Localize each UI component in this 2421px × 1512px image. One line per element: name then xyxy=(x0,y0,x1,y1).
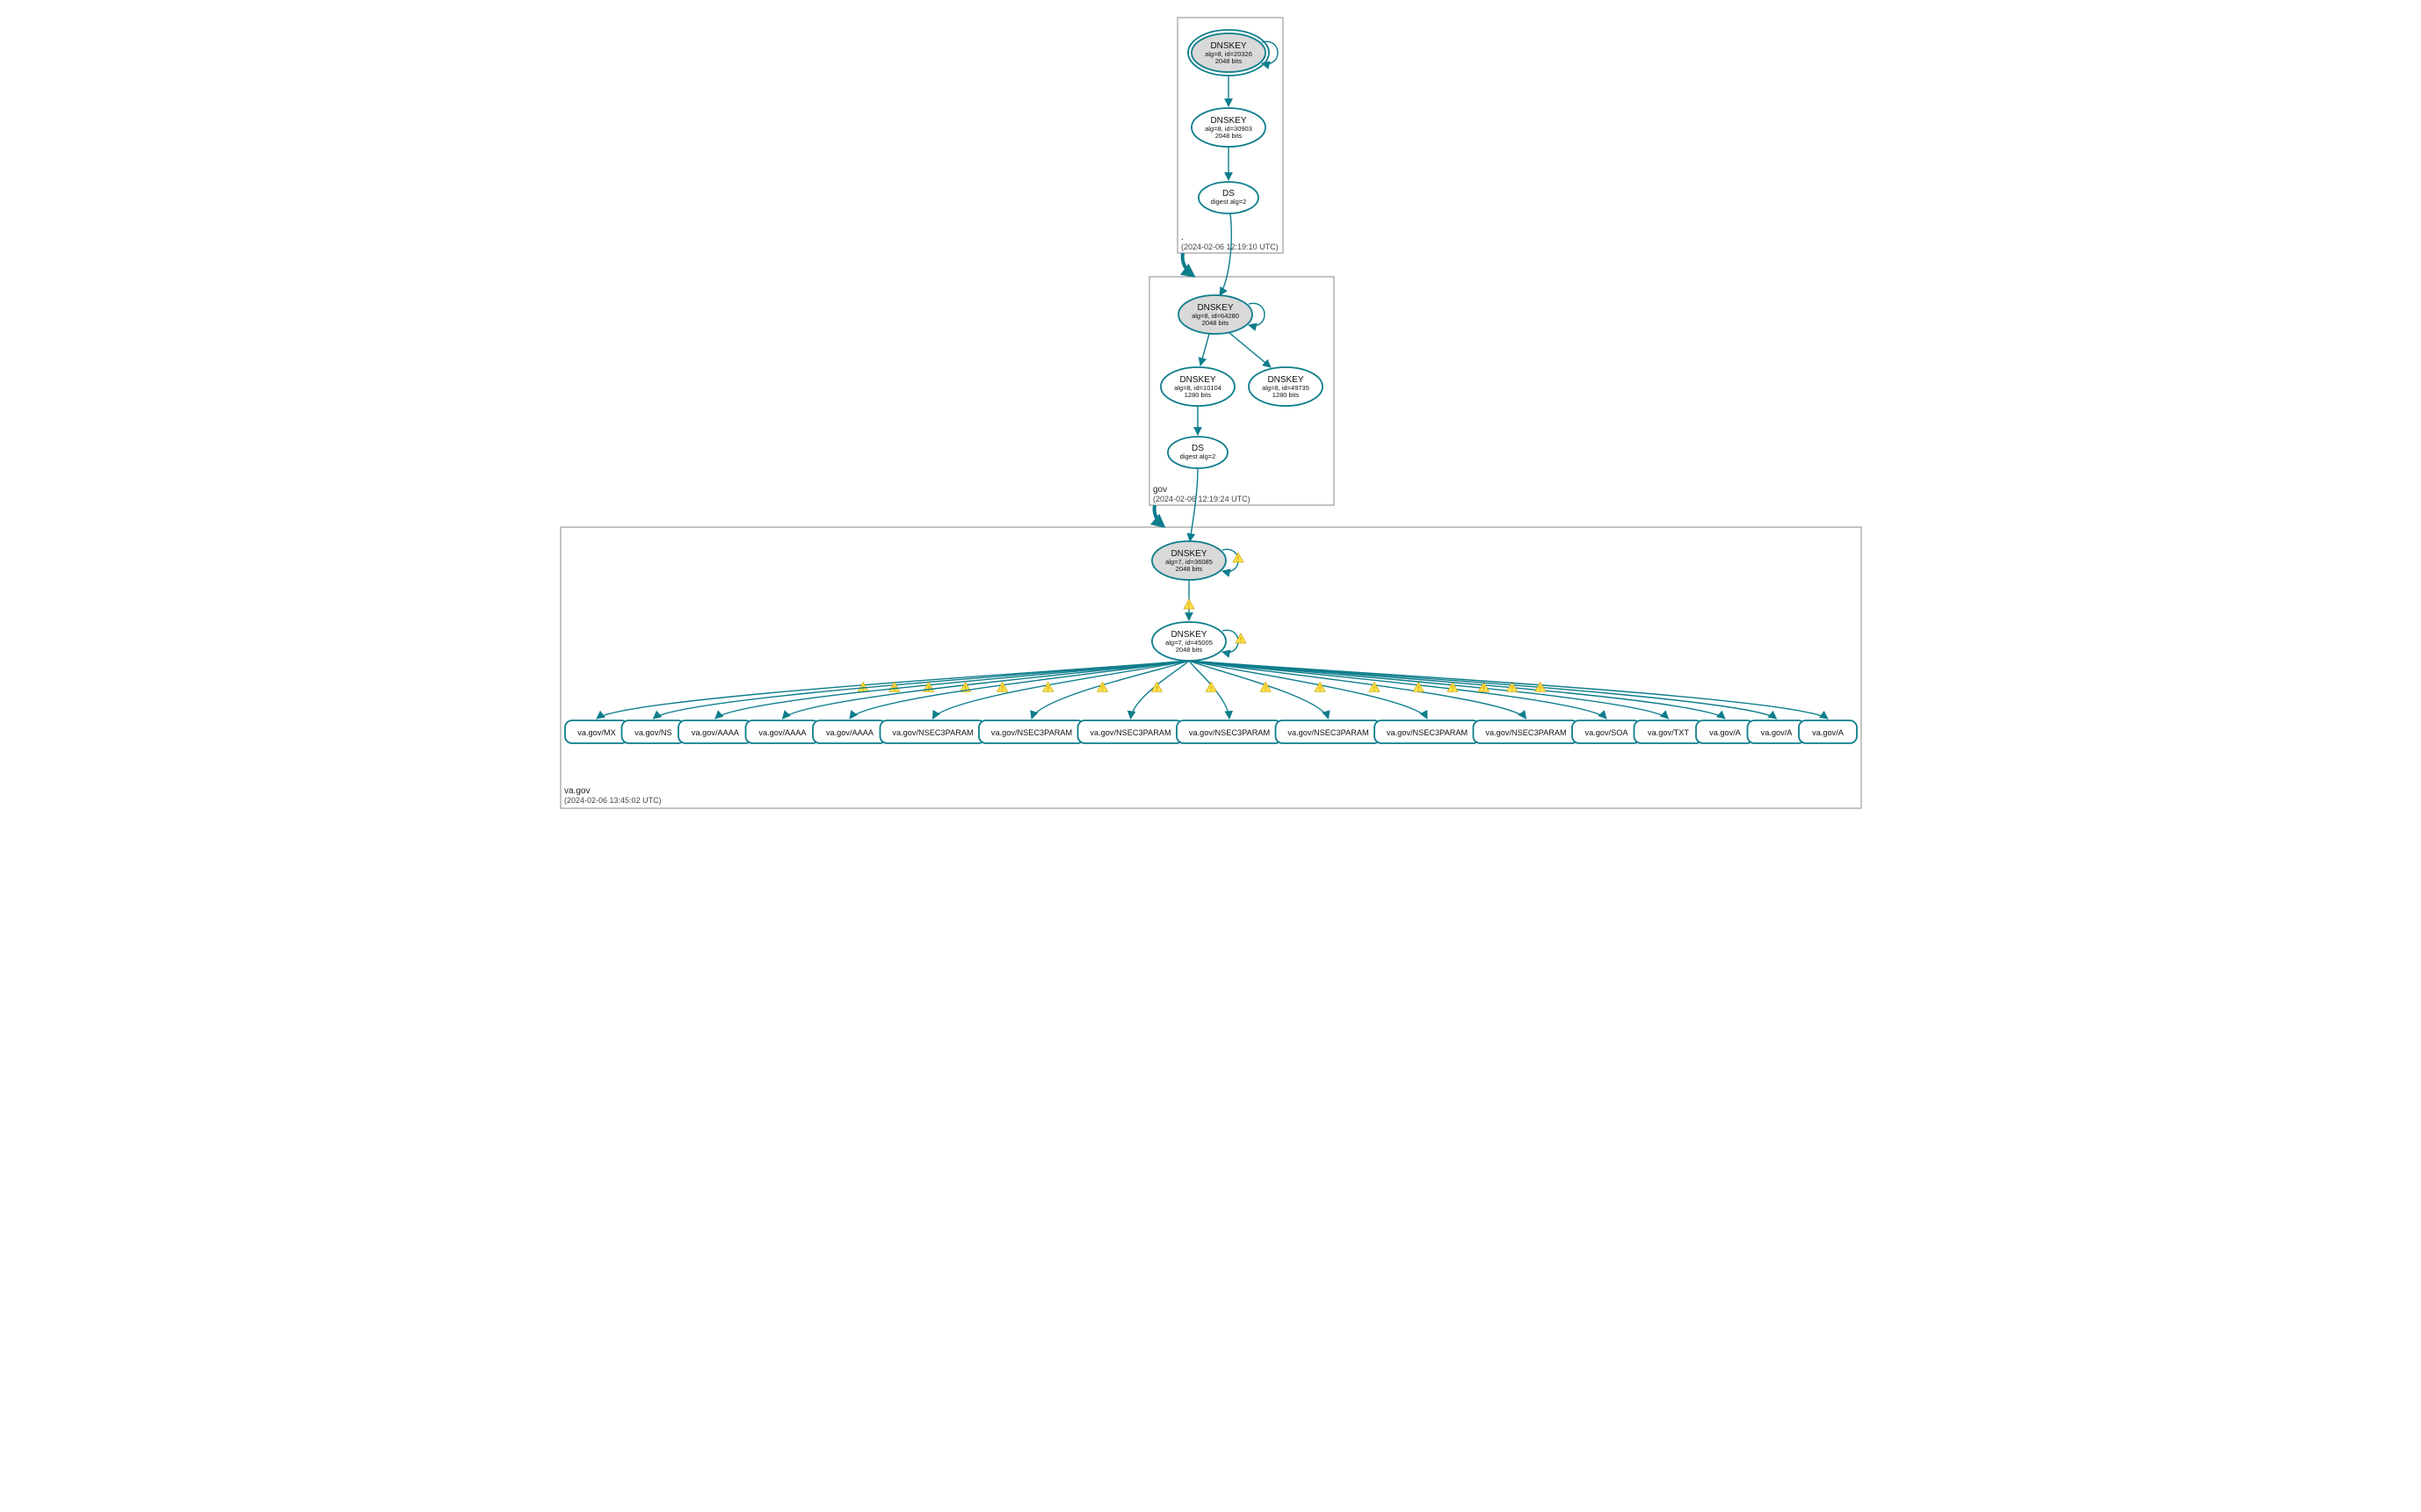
rrset-label: va.gov/TXT xyxy=(1648,728,1689,737)
rrset-box: va.gov/NSEC3PARAM xyxy=(1077,720,1183,743)
rrset-box: va.gov/AAAA xyxy=(813,720,887,743)
rrset-box: va.gov/NSEC3PARAM xyxy=(1473,720,1578,743)
svg-text:digest alg=2: digest alg=2 xyxy=(1179,452,1215,460)
svg-text:!: ! xyxy=(1318,684,1321,692)
zone-gov-label: gov xyxy=(1153,485,1167,495)
zone-vagov-timestamp: (2024-02-06 13:45:02 UTC) xyxy=(564,796,662,805)
rrset-label: va.gov/NSEC3PARAM xyxy=(1485,728,1566,737)
warning-icon: ! xyxy=(1206,682,1216,692)
svg-text:2048 bits: 2048 bits xyxy=(1214,132,1242,140)
svg-text:2048 bits: 2048 bits xyxy=(1214,57,1242,65)
svg-text:2048 bits: 2048 bits xyxy=(1175,646,1202,654)
warning-icon: ! xyxy=(1447,682,1458,692)
zone-vagov-label: va.gov xyxy=(564,786,590,796)
warning-icon: ! xyxy=(1413,682,1424,692)
svg-text:!: ! xyxy=(927,684,930,692)
rrset-label: va.gov/A xyxy=(1760,728,1793,737)
rrset-box: va.gov/AAAA xyxy=(745,720,819,743)
edge-gov-to-vagov-deleg xyxy=(1154,505,1163,526)
edge-govksk-zsk2 xyxy=(1229,332,1271,367)
svg-text:!: ! xyxy=(1101,684,1104,692)
rrset-box: va.gov/NSEC3PARAM xyxy=(979,720,1084,743)
rrset-label: va.gov/NSEC3PARAM xyxy=(990,728,1071,737)
rrset-box: va.gov/NSEC3PARAM xyxy=(1374,720,1480,743)
rrset-label: va.gov/A xyxy=(1709,728,1742,737)
node-gov-zsk1: DNSKEY alg=8, id=10104 1280 bits xyxy=(1161,367,1235,406)
rrset-label: va.gov/NSEC3PARAM xyxy=(892,728,973,737)
svg-text:!: ! xyxy=(1373,684,1375,692)
rrset-label: va.gov/AAAA xyxy=(825,728,873,737)
rrset-label: va.gov/SOA xyxy=(1584,728,1628,737)
svg-text:!: ! xyxy=(1482,684,1485,692)
node-vagov-ksk: DNSKEY alg=7, id=36085 2048 bits xyxy=(1152,541,1226,580)
warning-icon: ! xyxy=(923,682,933,692)
node-vagov-zsk: DNSKEY alg=7, id=45005 2048 bits xyxy=(1152,622,1226,661)
rrset-label: va.gov/NSEC3PARAM xyxy=(1287,728,1368,737)
svg-text:1280 bits: 1280 bits xyxy=(1272,391,1299,399)
edge-zsk-rrset xyxy=(715,661,1189,719)
warning-icon: ! xyxy=(1042,682,1053,692)
svg-text:!: ! xyxy=(1187,602,1190,610)
zone-root-label: . xyxy=(1181,233,1184,242)
node-gov-ds: DS digest alg=2 xyxy=(1168,437,1228,468)
rrset-label: va.gov/NS xyxy=(634,728,671,737)
svg-text:!: ! xyxy=(1156,684,1158,692)
edge-rootds-govksk xyxy=(1220,213,1231,295)
rrset-label: va.gov/MX xyxy=(577,728,615,737)
rrset-box: va.gov/NSEC3PARAM xyxy=(880,720,985,743)
svg-text:!: ! xyxy=(1511,684,1513,692)
rrset-label: va.gov/AAAA xyxy=(691,728,739,737)
node-root-ds: DS digest alg=2 xyxy=(1199,182,1258,213)
svg-text:!: ! xyxy=(964,684,967,692)
rrset-label: va.gov/NSEC3PARAM xyxy=(1188,728,1269,737)
rrset-box: va.gov/TXT xyxy=(1634,720,1702,743)
zone-root-timestamp: (2024-02-06 12:19:10 UTC) xyxy=(1181,242,1279,251)
svg-text:!: ! xyxy=(1451,684,1453,692)
node-root-zsk: DNSKEY alg=8, id=30903 2048 bits xyxy=(1192,108,1265,147)
warning-icon: ! xyxy=(1233,553,1243,563)
rrset-label: va.gov/A xyxy=(1812,728,1845,737)
rrset-label: va.gov/NSEC3PARAM xyxy=(1386,728,1467,737)
node-gov-ksk: DNSKEY alg=8, id=64280 2048 bits xyxy=(1178,295,1252,334)
warning-icon: ! xyxy=(1315,682,1325,692)
svg-text:2048 bits: 2048 bits xyxy=(1175,565,1202,573)
svg-text:!: ! xyxy=(1236,555,1239,563)
dnsviz-diagram: . (2024-02-06 12:19:10 UTC) DNSKEY alg=8… xyxy=(552,0,1870,826)
edge-govksk-zsk1 xyxy=(1200,334,1209,365)
rrset-box: va.gov/AAAA xyxy=(678,720,752,743)
svg-text:!: ! xyxy=(1417,684,1419,692)
rrset-box: va.gov/A xyxy=(1799,720,1857,743)
rrset-box: va.gov/NSEC3PARAM xyxy=(1177,720,1282,743)
rrset-box: va.gov/NS xyxy=(621,720,685,743)
warning-icon: ! xyxy=(1368,682,1379,692)
svg-text:!: ! xyxy=(1264,684,1266,692)
edge-root-to-gov-deleg xyxy=(1182,253,1192,276)
svg-text:2048 bits: 2048 bits xyxy=(1201,319,1229,327)
node-root-ksk: DNSKEY alg=8, id=20326 2048 bits xyxy=(1188,30,1269,76)
edge-zsk-rrset xyxy=(1189,661,1526,719)
rrset-box: va.gov/NSEC3PARAM xyxy=(1275,720,1381,743)
svg-text:!: ! xyxy=(1001,684,1004,692)
node-gov-zsk2: DNSKEY alg=8, id=49735 1280 bits xyxy=(1249,367,1323,406)
rrset-box: va.gov/MX xyxy=(565,720,628,743)
svg-text:digest alg=2: digest alg=2 xyxy=(1210,198,1246,206)
rrset-box: va.gov/A xyxy=(1696,720,1754,743)
svg-text:!: ! xyxy=(1047,684,1049,692)
rrset-label: va.gov/AAAA xyxy=(758,728,807,737)
warning-icon: ! xyxy=(997,682,1007,692)
svg-text:!: ! xyxy=(1209,684,1212,692)
rrset-box: va.gov/A xyxy=(1747,720,1805,743)
warning-icon: ! xyxy=(1184,599,1194,610)
svg-text:!: ! xyxy=(1539,684,1541,692)
rrset-box: va.gov/SOA xyxy=(1572,720,1641,743)
zone-gov-timestamp: (2024-02-06 12:19:24 UTC) xyxy=(1153,495,1250,503)
rrset-label: va.gov/NSEC3PARAM xyxy=(1090,728,1171,737)
warning-icon: ! xyxy=(888,682,899,692)
svg-text:1280 bits: 1280 bits xyxy=(1184,391,1211,399)
svg-text:!: ! xyxy=(1239,636,1242,644)
